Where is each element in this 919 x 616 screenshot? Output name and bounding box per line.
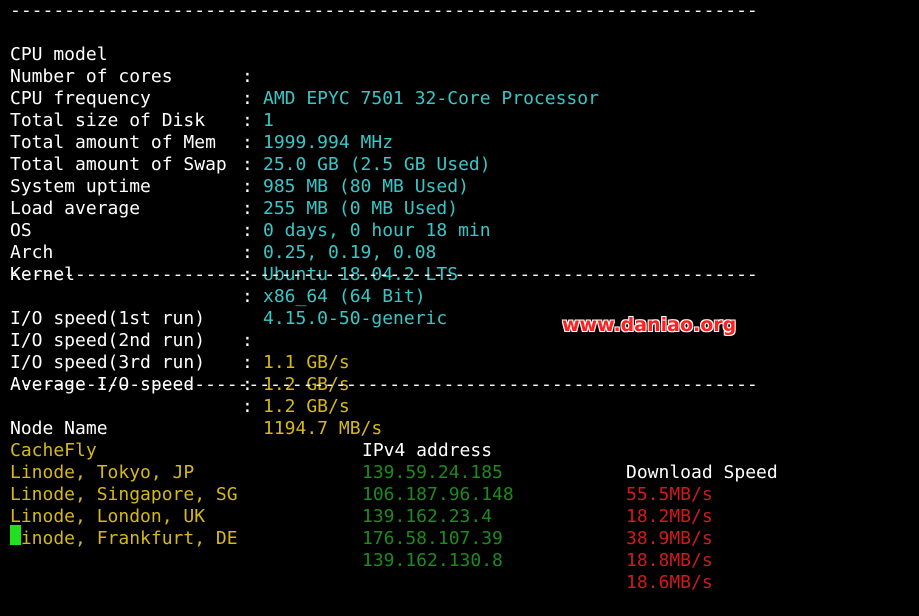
info-row-disk: Total size of Disk : 25.0 GB (2.5 GB Use… (10, 88, 915, 175)
node-speed: 18.6MB/s (626, 572, 713, 593)
terminal-output: ----------------------------------------… (10, 0, 915, 593)
io-row-3rd: I/O speed(3rd run) : 1.2 GB/s (10, 330, 915, 417)
separator-line: ----------------------------------------… (10, 374, 758, 395)
watermark-text: www.daniao.org (562, 314, 737, 336)
speedtest-row: Linode, London, UK 176.58.107.39 18.8MB/… (10, 484, 915, 571)
speedtest-header: Node Name IPv4 address Download Speed (10, 396, 915, 483)
info-row-kernel: Kernel : 4.15.0-50-generic (10, 242, 915, 329)
speedtest-row: CacheFly 139.59.24.185 55.5MB/s (10, 418, 915, 505)
node-ip: 139.162.130.8 (362, 550, 503, 571)
info-row-arch: Arch : x86_64 (64 Bit) (10, 220, 915, 307)
info-row-uptime: System uptime : 0 days, 0 hour 18 min (10, 154, 915, 241)
node-speed: 38.9MB/s (626, 528, 713, 549)
speedtest-row: Linode, Frankfurt, DE 139.162.130.8 18.6… (10, 506, 915, 593)
io-row-2nd: I/O speed(2nd run) : 1.2 GB/s (10, 308, 915, 395)
info-row-swap: Total amount of Swap : 255 MB (0 MB Used… (10, 132, 915, 219)
node-ip: 176.58.107.39 (362, 528, 503, 549)
info-row-cores: Number of cores : 1 (10, 44, 915, 131)
separator-line: ----------------------------------------… (10, 0, 758, 21)
separator-line: ----------------------------------------… (10, 264, 758, 285)
io-row-average: Average I/O speed : 1194.7 MB/s (10, 352, 915, 439)
io-row-1st: I/O speed(1st run) : 1.1 GB/s (10, 286, 915, 373)
info-row-cpu-frequency: CPU frequency : 1999.994 MHz (10, 66, 915, 153)
node-name: Linode, Frankfurt, DE (10, 528, 238, 549)
terminal-cursor[interactable] (10, 525, 21, 545)
speedtest-row: Linode, Tokyo, JP 106.187.96.148 18.2MB/… (10, 440, 915, 527)
info-row-mem: Total amount of Mem : 985 MB (80 MB Used… (10, 110, 915, 197)
info-row-os: OS : Ubuntu 18.04.2 LTS (10, 198, 915, 285)
speedtest-row: Linode, Singapore, SG 139.162.23.4 38.9M… (10, 462, 915, 549)
node-speed: 18.8MB/s (626, 550, 713, 571)
info-row-load: Load average : 0.25, 0.19, 0.08 (10, 176, 915, 263)
info-row-cpu-model: CPU model : AMD EPYC 7501 32-Core Proces… (10, 22, 915, 109)
